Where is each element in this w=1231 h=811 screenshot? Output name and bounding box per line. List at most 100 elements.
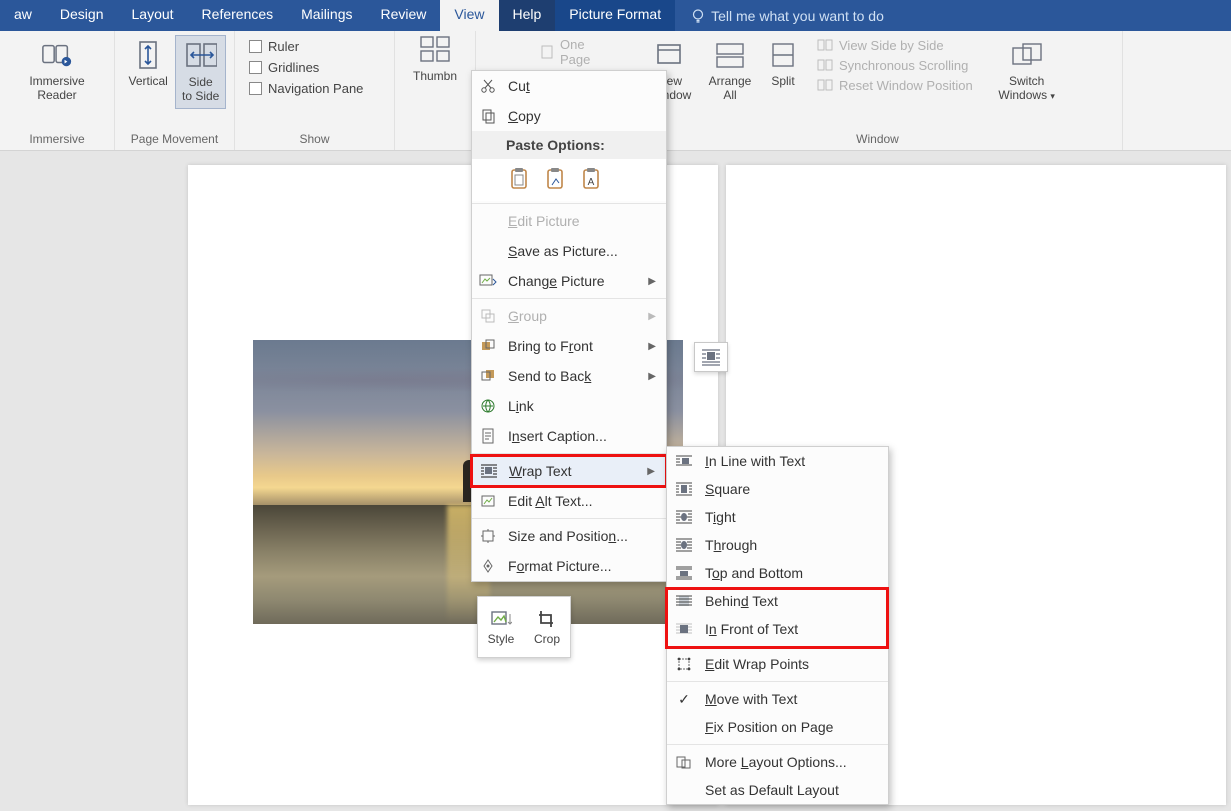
tab-mailings[interactable]: Mailings: [287, 0, 366, 31]
reset-window-button: Reset Window Position: [817, 77, 973, 93]
wrap-behind-text[interactable]: Behind Text: [667, 587, 888, 615]
copy-icon: [476, 106, 500, 126]
picture-context-menu: Cut Copy Paste Options: A Edit Picture S…: [471, 70, 667, 582]
wrap-text-submenu: In Line with Text Square Tight Through T…: [666, 446, 889, 805]
ctx-insert-caption[interactable]: Insert Caption...: [472, 421, 666, 451]
tab-references[interactable]: References: [188, 0, 288, 31]
navpane-checkbox[interactable]: Navigation Pane: [249, 81, 363, 96]
wrap-edit-points[interactable]: Edit Wrap Points: [667, 650, 888, 678]
tight-wrap-icon: [673, 508, 695, 526]
tab-help[interactable]: Help: [499, 0, 556, 31]
wrap-text-icon: [701, 348, 721, 366]
wrap-move-with-text[interactable]: ✓Move with Text: [667, 685, 888, 713]
topbot-wrap-icon: [673, 564, 695, 582]
sbs-icon: [817, 37, 833, 53]
wrap-more-layout-options[interactable]: More Layout Options...: [667, 748, 888, 776]
split-button[interactable]: Split: [761, 35, 805, 93]
ctx-copy[interactable]: Copy: [472, 101, 666, 131]
wrap-fix-position[interactable]: Fix Position on Page: [667, 713, 888, 741]
ctx-change-picture[interactable]: Change Picture▶: [472, 266, 666, 296]
tab-view[interactable]: View: [440, 0, 498, 31]
ctx-size-position[interactable]: Size and Position...: [472, 521, 666, 551]
infront-icon: [673, 620, 695, 638]
ribbon-tabbar: aw Design Layout References Mailings Rev…: [0, 0, 1231, 31]
ctx-link[interactable]: Link: [472, 391, 666, 421]
group-label-immersive: Immersive: [8, 132, 106, 148]
send-back-icon: [476, 366, 500, 386]
format-icon: [476, 556, 500, 576]
split-icon: [767, 39, 799, 71]
layout-options-button[interactable]: [694, 342, 728, 372]
gridlines-checkbox[interactable]: Gridlines: [249, 60, 363, 75]
behind-icon: [673, 592, 695, 610]
alt-text-icon: [476, 491, 500, 511]
bring-front-icon: [476, 336, 500, 356]
paste-option-1[interactable]: [506, 165, 532, 193]
square-wrap-icon: [673, 480, 695, 498]
tab-layout[interactable]: Layout: [118, 0, 188, 31]
arrange-icon: [714, 39, 746, 71]
tab-design[interactable]: Design: [46, 0, 118, 31]
grid-icon: [419, 35, 451, 63]
lightbulb-icon: [685, 7, 711, 25]
ctx-group: Group▶: [472, 301, 666, 331]
caption-icon: [476, 426, 500, 446]
wrap-square[interactable]: Square: [667, 475, 888, 503]
ctx-bring-to-front[interactable]: Bring to Front▶: [472, 331, 666, 361]
side-to-side-icon: [185, 40, 217, 72]
ctx-send-to-back[interactable]: Send to Back▶: [472, 361, 666, 391]
view-side-by-side-button: View Side by Side: [817, 37, 973, 53]
ctx-wrap-text[interactable]: Wrap Text▶: [472, 456, 666, 486]
wrap-in-front-of-text[interactable]: In Front of Text: [667, 615, 888, 643]
change-picture-icon: [476, 271, 500, 291]
sync-scroll-button: Synchronous Scrolling: [817, 57, 973, 73]
tab-review[interactable]: Review: [367, 0, 441, 31]
arrange-all-button[interactable]: Arrange All: [701, 35, 759, 107]
tab-picture-format[interactable]: Picture Format: [555, 0, 675, 31]
tab-draw[interactable]: aw: [0, 0, 46, 31]
group-label-window: Window: [641, 132, 1114, 148]
page-icon: [540, 44, 554, 60]
size-icon: [476, 526, 500, 546]
picture-mini-toolbar: Style Crop: [477, 596, 571, 658]
style-button[interactable]: Style: [478, 597, 524, 657]
group-icon: [476, 306, 500, 326]
book-speaker-icon: [41, 39, 73, 71]
link-icon: [476, 396, 500, 416]
sync-icon: [817, 57, 833, 73]
side-to-side-button[interactable]: Side to Side: [175, 35, 226, 109]
ctx-save-as-picture[interactable]: Save as Picture...: [472, 236, 666, 266]
wrap-top-bottom[interactable]: Top and Bottom: [667, 559, 888, 587]
reset-icon: [817, 77, 833, 93]
svg-text:A: A: [588, 177, 595, 188]
immersive-reader-button[interactable]: Immersive Reader: [8, 35, 106, 107]
new-window-icon: [654, 39, 686, 71]
wrap-set-default[interactable]: Set as Default Layout: [667, 776, 888, 804]
crop-button[interactable]: Crop: [524, 597, 570, 657]
ctx-format-picture[interactable]: Format Picture...: [472, 551, 666, 581]
ctx-paste-options: A: [472, 159, 666, 201]
thumbnails-button[interactable]: Thumbn: [413, 69, 457, 83]
check-icon: ✓: [673, 691, 695, 708]
wrap-through[interactable]: Through: [667, 531, 888, 559]
vertical-button[interactable]: Vertical: [123, 35, 173, 93]
wrap-inline[interactable]: In Line with Text: [667, 447, 888, 475]
wrap-tight[interactable]: Tight: [667, 503, 888, 531]
paste-option-3[interactable]: A: [578, 165, 604, 193]
edit-points-icon: [673, 655, 695, 673]
wrap-text-icon: [477, 461, 501, 481]
switch-windows-button[interactable]: Switch Windows ▾: [991, 35, 1063, 107]
ctx-cut[interactable]: Cut: [472, 71, 666, 101]
ctx-paste-options-header: Paste Options:: [472, 131, 666, 159]
paste-option-2[interactable]: [542, 165, 568, 193]
tell-me-label: Tell me what you want to do: [711, 8, 884, 24]
tell-me[interactable]: Tell me what you want to do: [675, 0, 884, 31]
ruler-checkbox[interactable]: Ruler: [249, 39, 363, 54]
ctx-edit-picture: Edit Picture: [472, 206, 666, 236]
style-icon: [490, 609, 512, 629]
one-page-button: One Page: [540, 37, 603, 67]
group-label-show: Show: [243, 132, 386, 148]
scissors-icon: [476, 76, 500, 96]
ctx-edit-alt-text[interactable]: Edit Alt Text...: [472, 486, 666, 516]
layout-options-icon: [673, 753, 695, 771]
